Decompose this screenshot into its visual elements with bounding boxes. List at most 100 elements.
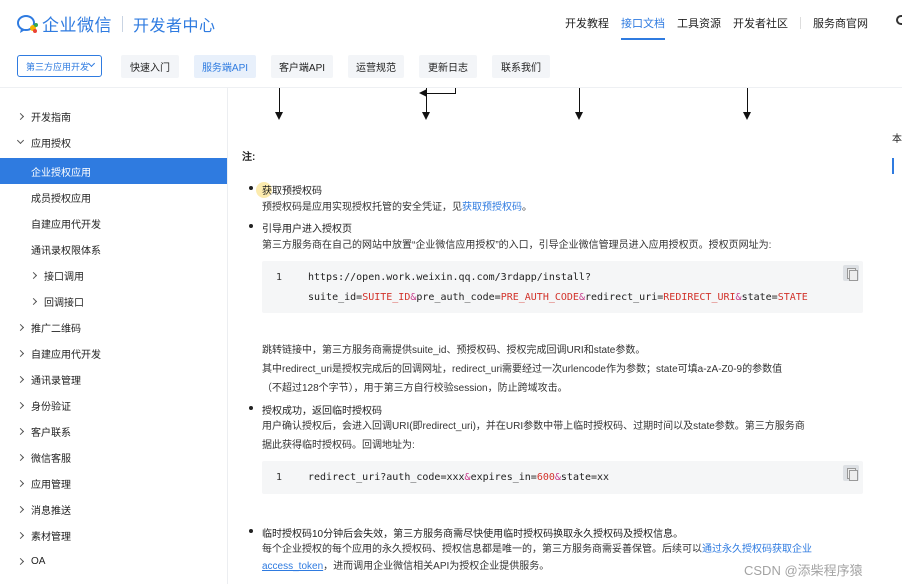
sidebar-item[interactable]: 自建应用代开发 <box>0 210 227 236</box>
nav-divider <box>800 17 801 29</box>
sidebar-item[interactable]: 素材管理 <box>0 522 227 548</box>
tab-client-api[interactable]: 客户端API <box>271 55 333 78</box>
tab-quickstart[interactable]: 快速入门 <box>121 55 179 78</box>
nav-dev-tutorial[interactable]: 开发教程 <box>565 15 609 40</box>
step-title: 引导用户进入授权页 <box>262 224 352 235</box>
sidebar-item[interactable]: 接口调用 <box>0 262 227 288</box>
code-line: suite_id=SUITE_ID&pre_auth_code=PRE_AUTH… <box>308 292 808 303</box>
sidebar-item[interactable]: 应用管理 <box>0 470 227 496</box>
tab-server-api[interactable]: 服务端API <box>194 55 256 78</box>
sidebar-item-label: 身份验证 <box>31 401 71 413</box>
tab-operation-rules[interactable]: 运营规范 <box>348 55 404 78</box>
toc-indicator <box>892 158 894 174</box>
copy-icon[interactable] <box>843 465 859 481</box>
chevron-right-icon <box>16 531 25 539</box>
nav-provider-site[interactable]: 服务商官网 <box>813 15 868 40</box>
tab-contact[interactable]: 联系我们 <box>492 55 550 78</box>
chevron-down-icon <box>87 59 96 68</box>
category-dropdown[interactable]: 第三方应用开发 <box>17 55 102 77</box>
code-key: state= <box>741 292 778 303</box>
sidebar-item-label: 成员授权应用 <box>31 193 91 205</box>
code-line-number: 1 <box>276 272 283 283</box>
logo[interactable]: 企业微信 开发者中心 <box>17 11 216 36</box>
search-icon[interactable] <box>896 15 902 25</box>
nav-tools[interactable]: 工具资源 <box>677 15 721 40</box>
code-value: 600 <box>536 472 555 483</box>
text: ，进而调用企业微信相关API为授权企业提供服务。 <box>323 561 550 572</box>
flow-arrow-head <box>275 112 283 120</box>
sidebar-item-label: 通讯录权限体系 <box>31 245 101 257</box>
code-key: pre_auth_code= <box>416 292 501 303</box>
code-value: REDIRECT_URI <box>663 292 736 303</box>
chevron-right-icon <box>16 479 25 487</box>
logo-text: 企业微信 <box>42 16 112 35</box>
sidebar-item[interactable]: 微信客服 <box>0 444 227 470</box>
access-token-link[interactable]: access_token <box>262 561 323 572</box>
flow-arrow-head <box>422 112 430 120</box>
flow-arrow-line <box>747 88 748 113</box>
code-line-number: 1 <box>276 472 283 483</box>
access-token-link[interactable]: 通过永久授权码获取企业 <box>702 544 812 555</box>
sidebar-item[interactable]: 成员授权应用 <box>0 184 227 210</box>
nav-api-docs[interactable]: 接口文档 <box>621 15 665 40</box>
sidebar-item-label: 自建应用代开发 <box>31 219 101 231</box>
sidebar-item-label: 微信客服 <box>31 453 71 465</box>
nav-community[interactable]: 开发者社区 <box>733 15 788 40</box>
sidebar-item-label: 接口调用 <box>44 271 84 283</box>
step-title: 授权成功，返回临时授权码 <box>262 406 382 417</box>
bullet-icon <box>249 406 253 410</box>
text: 预授权码是应用实现授权托管的安全凭证，见 <box>262 202 462 213</box>
sidebar-item[interactable]: 通讯录权限体系 <box>0 236 227 262</box>
sidebar-item[interactable]: 开发指南 <box>0 103 227 129</box>
sidebar-item[interactable]: 回调接口 <box>0 288 227 314</box>
sidebar-item[interactable]: 消息推送 <box>0 496 227 522</box>
sidebar-item-active[interactable]: 企业授权应用 <box>0 158 227 184</box>
sidebar-item-label: 应用管理 <box>31 479 71 491</box>
sidebar-item[interactable]: OA <box>0 548 227 574</box>
bullet-icon <box>249 186 253 190</box>
code-line: redirect_uri?auth_code=xxx&expires_in=60… <box>308 472 609 483</box>
toc-title: 本 <box>892 134 902 145</box>
text: 。 <box>522 202 532 213</box>
sidebar-item[interactable]: 应用授权 <box>0 129 227 155</box>
sidebar-item-label: 推广二维码 <box>31 323 81 335</box>
code-value: STATE <box>777 292 808 303</box>
code-block: 1 https://open.work.weixin.qq.com/3rdapp… <box>262 261 863 313</box>
chevron-down-icon <box>16 136 25 145</box>
step-desc: 跳转链接中，第三方服务商需提供suite_id、预授权码、授权完成回调URI和s… <box>262 345 646 356</box>
sidebar-item[interactable]: 推广二维码 <box>0 314 227 340</box>
sidebar-item[interactable]: 客户联系 <box>0 418 227 444</box>
chevron-right-icon <box>16 323 25 331</box>
code-value: PRE_AUTH_CODE <box>500 292 579 303</box>
step-desc: 用户确认授权后，会进入回调URI(即redirect_uri)，并在URI参数中… <box>262 421 805 432</box>
sidebar-item-label: 开发指南 <box>31 112 71 124</box>
dropdown-label: 第三方应用开发 <box>26 61 90 72</box>
tab-changelog[interactable]: 更新日志 <box>419 55 477 78</box>
sidebar-item[interactable]: 自建应用代开发 <box>0 340 227 366</box>
step-desc: （不超过128个字节），用于第三方自行校验session，防止跨域攻击。 <box>262 383 568 394</box>
code-text: https://open.work.weixin.qq.com/3rdapp/i… <box>308 272 591 283</box>
code-value: SUITE_ID <box>362 292 411 303</box>
sidebar-item[interactable]: 身份验证 <box>0 392 227 418</box>
flow-arrow-line <box>426 93 456 94</box>
sidebar-item-label: 消息推送 <box>31 505 71 517</box>
preauth-code-link[interactable]: 获取预授权码 <box>462 202 522 213</box>
sidebar-item-label: 回调接口 <box>44 297 84 309</box>
logo-subtitle: 开发者中心 <box>133 17 216 35</box>
sidebar-item-label: 素材管理 <box>31 531 71 543</box>
sidebar-item-label: OA <box>31 555 46 567</box>
code-block: 1 redirect_uri?auth_code=xxx&expires_in=… <box>262 461 863 494</box>
copy-icon[interactable] <box>843 265 859 281</box>
chevron-right-icon <box>16 505 25 513</box>
step-title: 临时授权码10分钟后会失效，第三方服务商需尽快使用临时授权码换取永久授权码及授权… <box>262 529 684 540</box>
note-label: 注: <box>242 152 256 163</box>
flow-arrow-head <box>419 89 427 97</box>
sidebar-item-label: 企业授权应用 <box>31 167 91 179</box>
bullet-icon <box>249 529 253 533</box>
chevron-right-icon <box>16 557 25 565</box>
sidebar-item[interactable]: 通讯录管理 <box>0 366 227 392</box>
flow-arrow-line <box>279 88 280 113</box>
chevron-right-icon <box>16 375 25 383</box>
code-key: expires_in= <box>470 472 537 483</box>
code-key: suite_id= <box>308 292 363 303</box>
